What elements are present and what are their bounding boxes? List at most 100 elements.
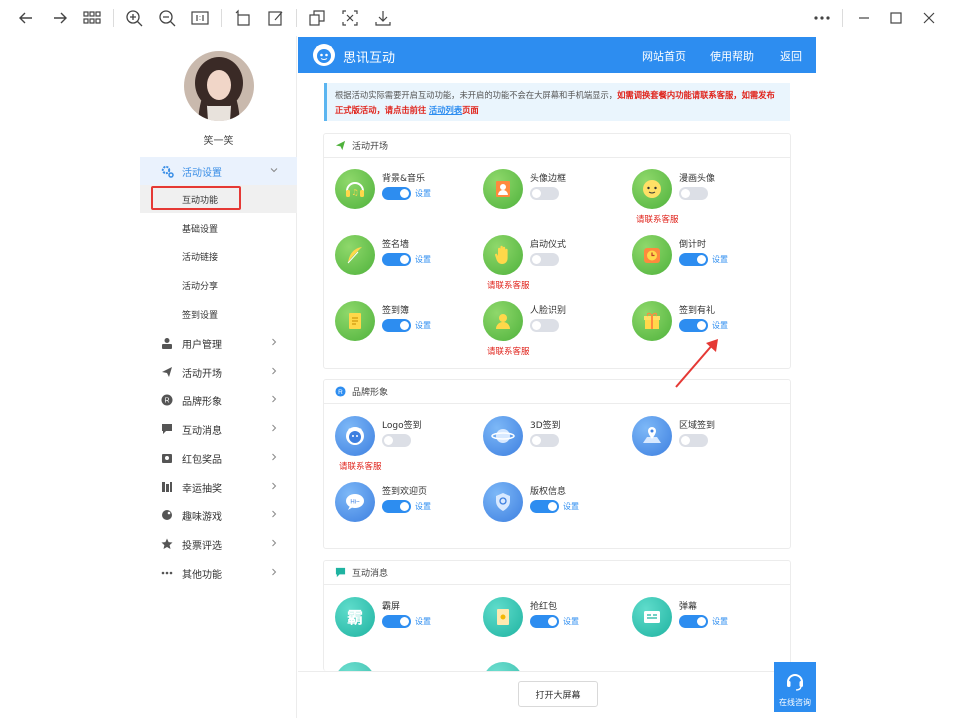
menu-interactive-messages[interactable]: 互动消息: [140, 415, 297, 443]
gear-icon: [160, 164, 174, 178]
hand-icon: [483, 235, 523, 275]
chevron-right-icon: [269, 538, 279, 548]
headset-icon: [787, 674, 803, 691]
minimize-icon[interactable]: [852, 6, 876, 30]
activity-list-link[interactable]: 活动列表: [429, 105, 462, 115]
feature-avatar-frame: 头像边框: [483, 169, 623, 229]
feature-toggle[interactable]: [530, 615, 559, 628]
menu-red-packet-prizes[interactable]: 红包奖品: [140, 444, 297, 472]
zoom-out-icon[interactable]: [155, 6, 179, 30]
feature-toggle[interactable]: [382, 253, 411, 266]
section-title: 活动开场: [352, 142, 389, 152]
feature-toggle[interactable]: [382, 187, 411, 200]
feature-toggle[interactable]: [679, 434, 708, 447]
location-map-icon: [632, 416, 672, 456]
actual-size-icon[interactable]: [188, 6, 212, 30]
svg-text:Hi~: Hi~: [350, 500, 360, 506]
settings-link[interactable]: 设置: [563, 501, 579, 512]
feature-toggle[interactable]: [382, 615, 411, 628]
settings-link[interactable]: 设置: [415, 254, 431, 265]
close-icon[interactable]: [917, 6, 941, 30]
username: 笑一笑: [203, 136, 234, 147]
menu-label: 投票评选: [182, 540, 222, 552]
zoom-in-icon[interactable]: [122, 6, 146, 30]
sidebar-item-checkin-settings[interactable]: 签到设置: [140, 300, 297, 328]
home-link[interactable]: 网站首页: [642, 48, 686, 64]
back-link[interactable]: 返回: [780, 48, 802, 64]
logo-icon: [312, 43, 336, 67]
menu-fun-games[interactable]: 趣味游戏: [140, 501, 297, 529]
feature-toggle[interactable]: [382, 500, 411, 513]
feature-face-recognition: 人脸识别 请联系客服: [483, 301, 623, 361]
gift-box-icon: [632, 301, 672, 341]
menu-other-functions[interactable]: 其他功能: [140, 559, 297, 587]
feature-toggle[interactable]: [679, 615, 708, 628]
contact-support-text: 请联系客服: [636, 215, 679, 225]
sidebar-item-activity-share[interactable]: 活动分享: [140, 271, 297, 299]
feature-dominate-screen: 霸 霸屏 设置: [335, 597, 475, 657]
settings-link[interactable]: 设置: [415, 320, 431, 331]
copy-icon[interactable]: [305, 6, 329, 30]
paper-plane-icon: [334, 140, 346, 152]
planet-icon: [483, 416, 523, 456]
menu-activity-opening[interactable]: 活动开场: [140, 358, 297, 386]
more-icon[interactable]: [810, 6, 834, 30]
maximize-icon[interactable]: [884, 6, 908, 30]
feature-toggle[interactable]: [679, 253, 708, 266]
sidebar-item-activity-link[interactable]: 活动链接: [140, 242, 297, 270]
feature-toggle[interactable]: [679, 187, 708, 200]
feature-name: 签名墙: [382, 240, 410, 250]
feature-area-checkin: 区域签到: [632, 416, 772, 476]
feature-toggle[interactable]: [679, 319, 708, 332]
feature-toggle[interactable]: [530, 434, 559, 447]
logo-face-icon: [335, 416, 375, 456]
grid-icon[interactable]: [80, 6, 104, 30]
menu-voting[interactable]: 投票评选: [140, 530, 297, 558]
settings-link[interactable]: 设置: [712, 254, 728, 265]
feature-name: 人脸识别: [530, 306, 567, 316]
chevron-right-icon: [269, 481, 279, 491]
feature-name: 签到簿: [382, 306, 410, 316]
gift-icon: [160, 451, 174, 465]
settings-link[interactable]: 设置: [415, 501, 431, 512]
contact-support-text: 请联系客服: [487, 281, 530, 291]
feature-toggle[interactable]: [530, 500, 559, 513]
screen-text-icon: [632, 597, 672, 637]
sidebar-item-basic-settings[interactable]: 基础设置: [140, 214, 297, 242]
help-link[interactable]: 使用帮助: [710, 48, 754, 64]
download-icon[interactable]: [371, 6, 395, 30]
menu-activity-settings-label: 活动设置: [182, 167, 222, 179]
feature-cartoon-avatar: 漫画头像 请联系客服: [632, 169, 772, 229]
settings-link[interactable]: 设置: [563, 616, 579, 627]
chevron-right-icon: [269, 337, 279, 347]
user-inbox-icon: [160, 336, 174, 350]
feather-pen-icon: [335, 235, 375, 275]
settings-link[interactable]: 设置: [712, 320, 728, 331]
forward-arrow-icon[interactable]: [48, 6, 72, 30]
menu-lucky-draw[interactable]: 幸运抽奖: [140, 473, 297, 501]
menu-activity-settings[interactable]: 活动设置: [140, 157, 297, 185]
feature-signature-wall: 签名墙 设置: [335, 235, 475, 295]
open-big-screen-button[interactable]: 打开大屏幕: [518, 681, 598, 707]
rotate-icon[interactable]: [231, 6, 255, 30]
feature-toggle[interactable]: [530, 319, 559, 332]
feature-name: 3D签到: [530, 421, 561, 431]
edit-icon[interactable]: [264, 6, 288, 30]
menu-label: 幸运抽奖: [182, 483, 222, 495]
svg-text:♫: ♫: [351, 188, 358, 197]
crop-icon[interactable]: [338, 6, 362, 30]
feature-toggle[interactable]: [530, 187, 559, 200]
back-arrow-icon[interactable]: [14, 6, 38, 30]
avatar[interactable]: [184, 51, 254, 121]
settings-link[interactable]: 设置: [712, 616, 728, 627]
menu-label: 其他功能: [182, 569, 222, 581]
feature-toggle[interactable]: [530, 253, 559, 266]
settings-link[interactable]: 设置: [415, 188, 431, 199]
sidebar: 笑一笑 活动设置 互动功能 基础设置 活动链接 活动分享 签到设置 用户管理 活…: [140, 36, 297, 718]
settings-link[interactable]: 设置: [415, 616, 431, 627]
feature-toggle[interactable]: [382, 434, 411, 447]
menu-user-management[interactable]: 用户管理: [140, 329, 297, 357]
feature-toggle[interactable]: [382, 319, 411, 332]
online-consult-button[interactable]: 在线咨询: [774, 662, 816, 712]
menu-brand-image[interactable]: R 品牌形象: [140, 386, 297, 414]
